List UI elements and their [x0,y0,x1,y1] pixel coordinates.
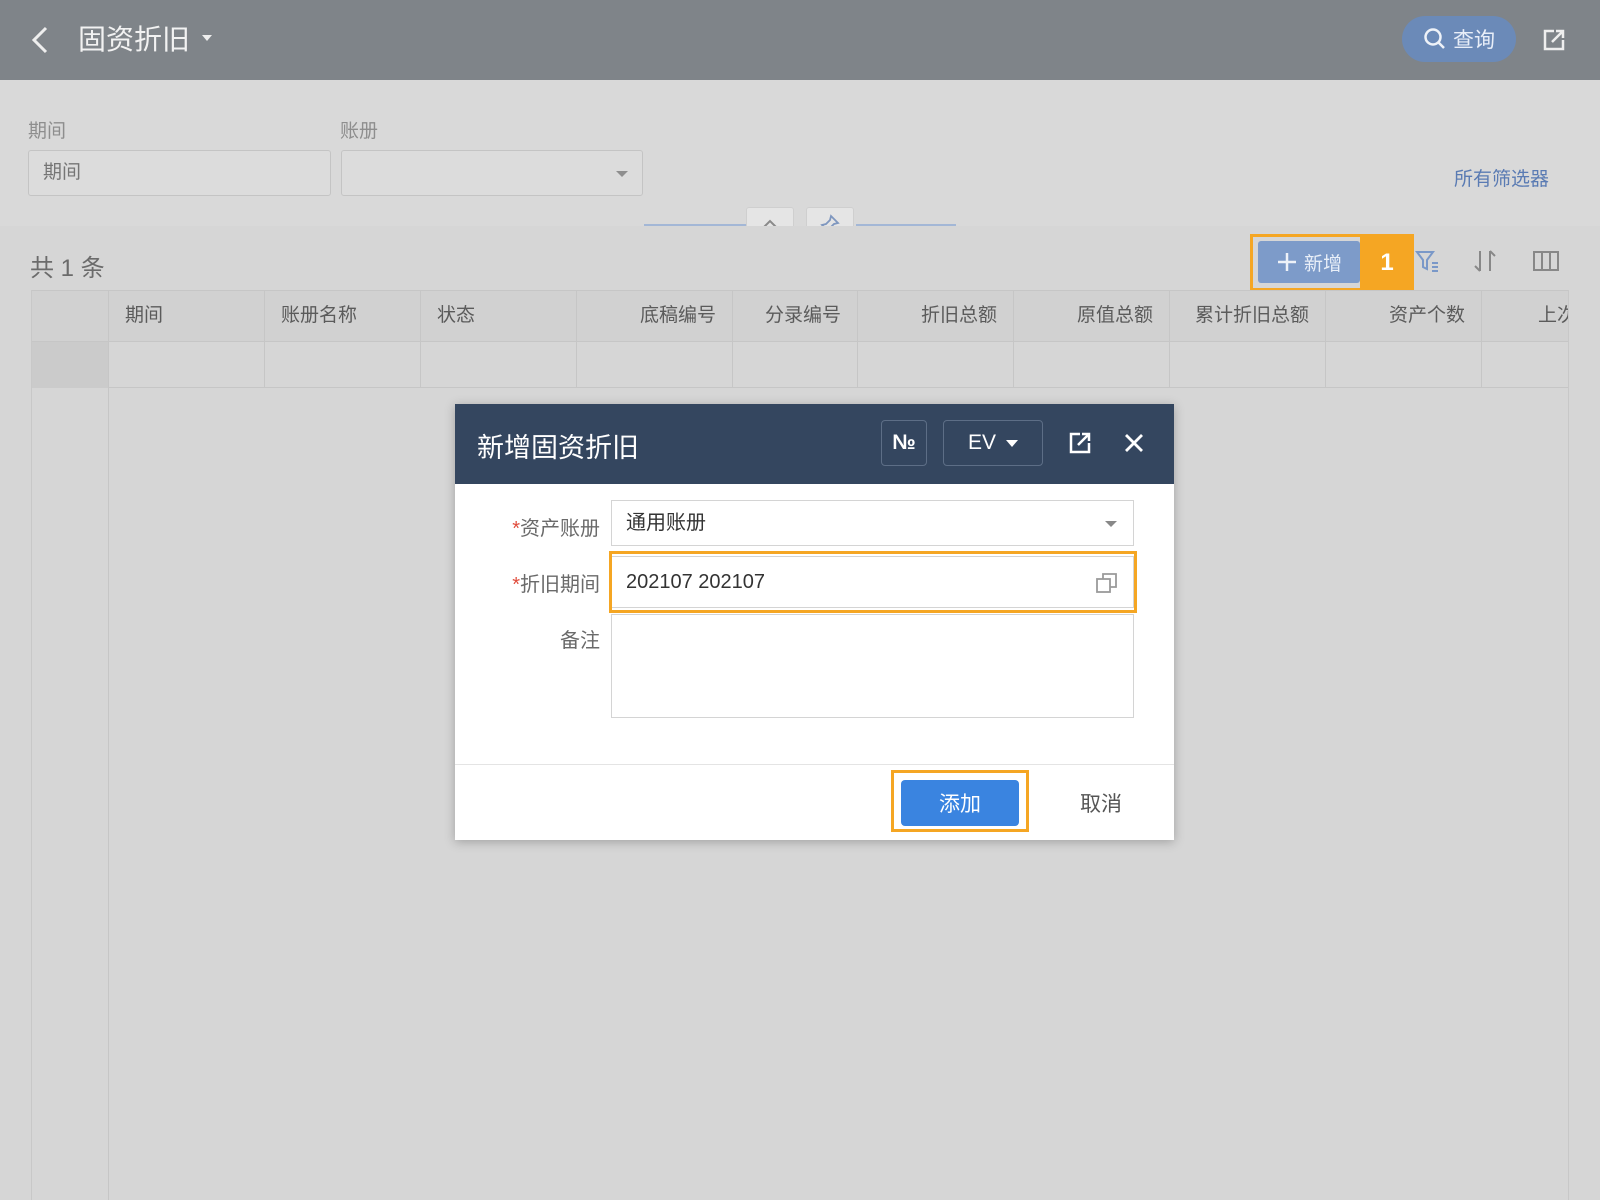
caret-down-icon [202,35,213,41]
table-cell [1014,342,1170,388]
column-header[interactable]: 期间 [109,291,265,343]
column-header[interactable]: 分录编号 [733,291,858,343]
table-cell [577,342,733,388]
close-icon [1125,434,1143,452]
language-select[interactable]: EV [943,420,1043,466]
add-depreciation-dialog: 新增固资折旧 № EV *资产账册 通用账册 *折旧期间 202107 2021… [455,404,1174,840]
ledger-filter-label: 账册 [340,121,379,142]
table-cell [109,342,265,388]
column-header[interactable]: 底稿编号 [577,291,733,343]
remark-textarea[interactable] [611,614,1134,718]
table-cell [1326,342,1482,388]
share-button[interactable] [1536,22,1572,58]
table-cell [858,342,1014,388]
caret-down-icon [1105,521,1117,527]
column-header[interactable]: 资产个数 [1326,291,1482,343]
remark-label: 备注 [560,630,600,652]
period-filter-input[interactable] [28,150,331,196]
filter-icon [1415,251,1438,272]
column-header[interactable]: 累计折旧总额 [1170,291,1326,343]
language-value: EV [967,431,996,454]
table-row[interactable] [32,342,1568,388]
divider [108,388,109,1200]
cancel-button[interactable]: 取消 [1051,780,1151,826]
caret-down-icon [616,171,628,177]
dialog-footer-divider [455,764,1174,765]
table-cell [733,342,858,388]
query-label: 查询 [1453,29,1495,52]
all-filters-link[interactable]: 所有筛选器 [1454,164,1549,191]
asset-ledger-label-text: 资产账册 [520,518,600,540]
search-icon [1424,28,1445,49]
period-highlight [609,551,1137,613]
columns-button[interactable] [1529,244,1563,278]
table-header: 期间 账册名称 状态 底稿编号 分录编号 折旧总额 原值总额 累计折旧总额 资产… [32,290,1568,343]
filter-panel: 期间 账册 所有筛选器 [0,80,1600,241]
top-bar: 固资折旧 查询 [0,0,1600,80]
required-mark: * [512,518,520,540]
step-badge: 1 [1360,234,1414,291]
back-button[interactable] [22,22,58,58]
query-button[interactable]: 查询 [1402,16,1516,62]
chevron-left-icon [31,26,48,54]
close-button[interactable] [1117,426,1151,460]
asset-ledger-label: *资产账册 [475,512,600,541]
external-link-icon [1069,432,1091,454]
column-header[interactable]: 状态 [421,291,577,343]
dialog-header: 新增固资折旧 № EV [455,404,1174,484]
table-cell [265,342,421,388]
period-label-text: 折旧期间 [520,574,600,596]
column-header[interactable]: 上次 [1482,291,1568,343]
total-count: 共 1 条 [30,255,105,282]
dialog-title: 新增固资折旧 [477,433,639,463]
required-mark: * [512,574,520,596]
filter-button[interactable] [1410,244,1444,278]
columns-icon [1533,251,1559,271]
period-label: *折旧期间 [475,568,600,597]
column-header[interactable]: 折旧总额 [858,291,1014,343]
column-header[interactable]: 账册名称 [265,291,421,343]
sort-button[interactable] [1468,244,1502,278]
page-title[interactable]: 固资折旧 [78,18,214,58]
sort-icon [1474,250,1496,272]
asset-ledger-value: 通用账册 [626,512,706,534]
caret-down-icon [1006,439,1018,447]
page-title-text: 固资折旧 [78,24,191,55]
ledger-filter-select[interactable] [341,150,643,196]
open-new-window-button[interactable] [1063,426,1097,460]
table-cell [1170,342,1326,388]
table-cell [1482,342,1568,388]
confirm-add-button[interactable]: 添加 [901,780,1019,826]
period-filter-label: 期间 [28,121,67,142]
row-select-cell[interactable] [32,342,109,388]
share-icon [1543,29,1565,51]
number-button[interactable]: № [881,420,927,466]
select-all-column[interactable] [32,291,109,343]
column-header[interactable]: 原值总额 [1014,291,1170,343]
asset-ledger-select[interactable]: 通用账册 [611,500,1134,546]
table-cell [421,342,577,388]
